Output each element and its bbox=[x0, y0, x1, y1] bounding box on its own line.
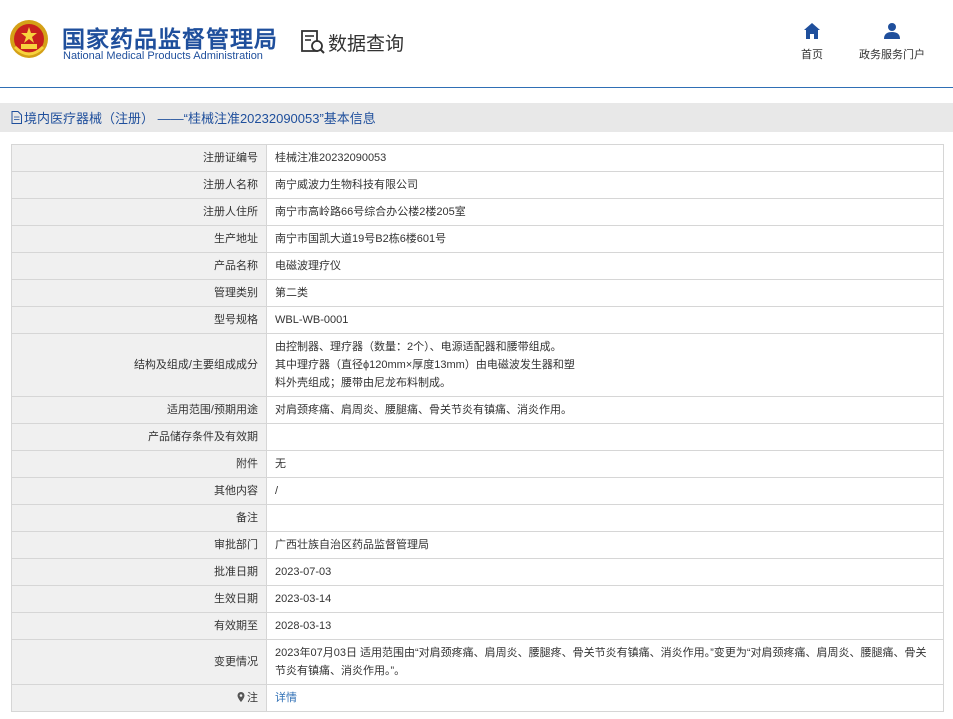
row-label: 审批部门 bbox=[11, 531, 267, 559]
table-row: 批准日期 2023-07-03 bbox=[11, 558, 944, 586]
nav-home[interactable]: 首页 bbox=[796, 22, 828, 62]
row-value bbox=[266, 504, 944, 532]
row-label: 注册证编号 bbox=[11, 144, 267, 172]
row-label: 备注 bbox=[11, 504, 267, 532]
row-label: 管理类别 bbox=[11, 279, 267, 307]
table-row: 适用范围/预期用途 对肩颈疼痛、肩周炎、腰腿痛、骨关节炎有镇痛、消炎作用。 bbox=[11, 396, 944, 424]
data-query-link[interactable]: 数据查询 bbox=[300, 27, 404, 57]
value-line: 由控制器、理疗器（数量：2个）、电源适配器和腰带组成。 bbox=[275, 341, 562, 353]
row-value: 广西壮族自治区药品监督管理局 bbox=[266, 531, 944, 559]
row-value: 无 bbox=[266, 450, 944, 478]
nav-service-portal[interactable]: 政务服务门户 bbox=[854, 22, 930, 62]
row-label: 附件 bbox=[11, 450, 267, 478]
table-row: 注册人住所 南宁市高岭路66号综合办公楼2楼205室 bbox=[11, 198, 944, 226]
value-line: 料外壳组成；腰带由尼龙布料制成。 bbox=[275, 377, 451, 389]
row-value: 电磁波理疗仪 bbox=[266, 252, 944, 280]
table-row: 产品名称 电磁波理疗仪 bbox=[11, 252, 944, 280]
registration-info-table: 注册证编号 桂械注准20232090053 注册人名称 南宁威波力生物科技有限公… bbox=[11, 144, 944, 712]
row-value: 第二类 bbox=[266, 279, 944, 307]
note-label: 注 bbox=[247, 692, 258, 704]
row-value: 南宁市国凯大道19号B2栋6楼601号 bbox=[266, 225, 944, 253]
row-value: 对肩颈疼痛、肩周炎、腰腿痛、骨关节炎有镇痛、消炎作用。 bbox=[266, 396, 944, 424]
nav-home-label: 首页 bbox=[801, 49, 823, 61]
table-row: 有效期至 2028-03-13 bbox=[11, 612, 944, 640]
table-row: 生效日期 2023-03-14 bbox=[11, 585, 944, 613]
site-header: 国家药品监督管理局 National Medical Products Admi… bbox=[0, 0, 953, 88]
document-search-icon bbox=[301, 30, 325, 54]
row-value: 2023年07月03日 适用范围由“对肩颈疼痛、肩周炎、腰腿疼、骨关节炎有镇痛、… bbox=[266, 639, 944, 685]
row-value: WBL-WB-0001 bbox=[266, 306, 944, 334]
home-icon bbox=[804, 23, 820, 39]
logo-title-en: National Medical Products Administration bbox=[63, 50, 263, 62]
document-icon bbox=[11, 111, 22, 124]
row-value: 详情 bbox=[266, 684, 944, 712]
user-icon bbox=[884, 23, 900, 39]
row-value: 2028-03-13 bbox=[266, 612, 944, 640]
table-row: 附件 无 bbox=[11, 450, 944, 478]
row-label: 批准日期 bbox=[11, 558, 267, 586]
row-label: 注册人住所 bbox=[11, 198, 267, 226]
table-row: 管理类别 第二类 bbox=[11, 279, 944, 307]
row-value: 2023-07-03 bbox=[266, 558, 944, 586]
table-row: 型号规格 WBL-WB-0001 bbox=[11, 306, 944, 334]
row-label: 其他内容 bbox=[11, 477, 267, 505]
table-row: 注 详情 bbox=[11, 684, 944, 712]
table-row: 生产地址 南宁市国凯大道19号B2栋6楼601号 bbox=[11, 225, 944, 253]
row-label: 注册人名称 bbox=[11, 171, 267, 199]
row-label: 结构及组成/主要组成成分 bbox=[11, 333, 267, 397]
table-row: 注册证编号 桂械注准20232090053 bbox=[11, 144, 944, 172]
row-label: 产品名称 bbox=[11, 252, 267, 280]
row-label: 生产地址 bbox=[11, 225, 267, 253]
row-label: 生效日期 bbox=[11, 585, 267, 613]
row-label: 适用范围/预期用途 bbox=[11, 396, 267, 424]
row-label: 型号规格 bbox=[11, 306, 267, 334]
value-line: 其中理疗器（直径ϕ120mm×厚度13mm）由电磁波发生器和塑 bbox=[275, 359, 575, 371]
record-title: 境内医疗器械（注册） ——“桂械注准20232090053”基本信息 bbox=[24, 111, 376, 126]
row-value-multiline: 由控制器、理疗器（数量：2个）、电源适配器和腰带组成。 其中理疗器（直径ϕ120… bbox=[266, 333, 944, 397]
row-value: 南宁威波力生物科技有限公司 bbox=[266, 171, 944, 199]
table-row: 备注 bbox=[11, 504, 944, 532]
record-title-bar: 境内医疗器械（注册） ——“桂械注准20232090053”基本信息 bbox=[0, 103, 953, 132]
row-value: 2023-03-14 bbox=[266, 585, 944, 613]
row-label: 产品储存条件及有效期 bbox=[11, 423, 267, 451]
row-value bbox=[266, 423, 944, 451]
pin-icon bbox=[237, 692, 245, 702]
logo-title-cn: 国家药品监督管理局 bbox=[62, 26, 278, 52]
details-link[interactable]: 详情 bbox=[275, 692, 297, 704]
table-row: 结构及组成/主要组成成分 由控制器、理疗器（数量：2个）、电源适配器和腰带组成。… bbox=[11, 333, 944, 397]
row-value: 桂械注准20232090053 bbox=[266, 144, 944, 172]
row-label: 有效期至 bbox=[11, 612, 267, 640]
table-row: 注册人名称 南宁威波力生物科技有限公司 bbox=[11, 171, 944, 199]
table-row: 审批部门 广西壮族自治区药品监督管理局 bbox=[11, 531, 944, 559]
row-value: 南宁市高岭路66号综合办公楼2楼205室 bbox=[266, 198, 944, 226]
row-value: / bbox=[266, 477, 944, 505]
national-emblem-icon bbox=[10, 20, 48, 58]
row-label-note: 注 bbox=[11, 684, 267, 712]
table-row: 产品储存条件及有效期 bbox=[11, 423, 944, 451]
table-row: 变更情况 2023年07月03日 适用范围由“对肩颈疼痛、肩周炎、腰腿疼、骨关节… bbox=[11, 639, 944, 685]
table-row: 其他内容 / bbox=[11, 477, 944, 505]
nav-service-portal-label: 政务服务门户 bbox=[859, 49, 925, 61]
row-label: 变更情况 bbox=[11, 639, 267, 685]
data-query-label: 数据查询 bbox=[328, 33, 405, 55]
